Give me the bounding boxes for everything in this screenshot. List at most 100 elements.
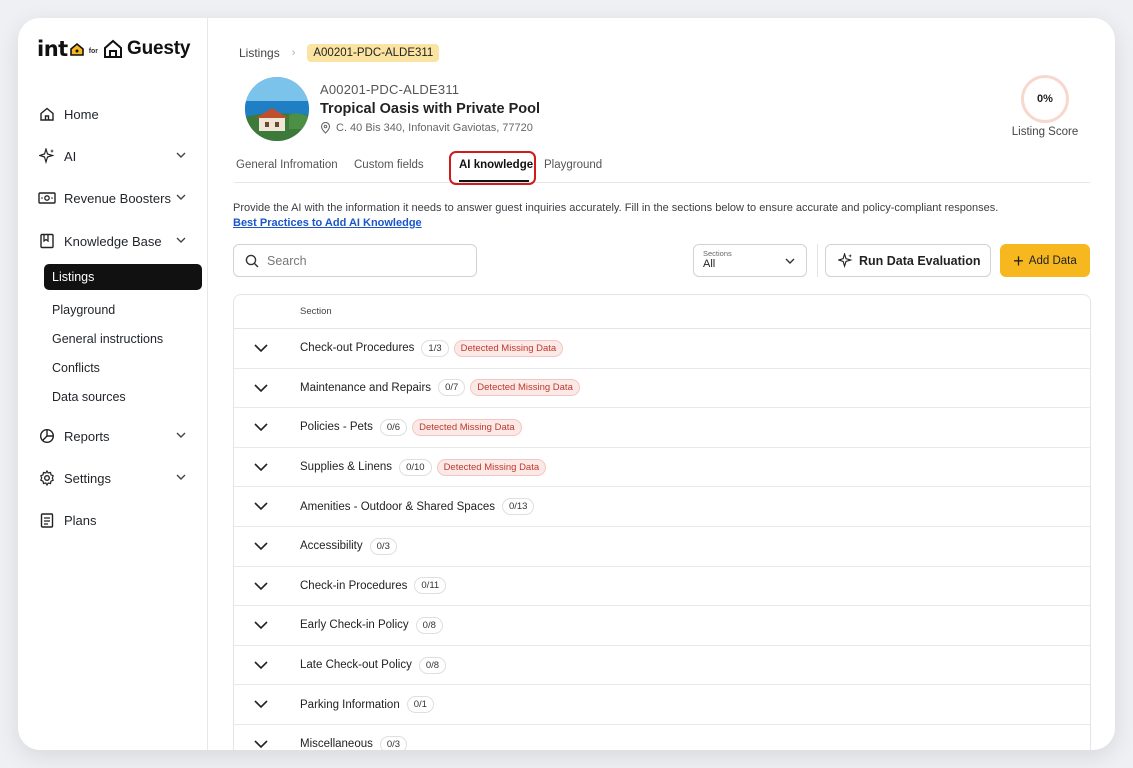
best-practices-link[interactable]: Best Practices to Add AI Knowledge <box>233 217 422 229</box>
sections-select[interactable]: Sections All <box>693 244 807 277</box>
table-row[interactable]: Early Check-in Policy 0/8 <box>234 606 1090 646</box>
table-row[interactable]: Amenities - Outdoor & Shared Spaces 0/13 <box>234 487 1090 527</box>
table-row[interactable]: Policies - Pets 0/6 Detected Missing Data <box>234 408 1090 448</box>
sidebar-subitem-playground[interactable]: Playground <box>44 297 202 323</box>
plus-icon: + <box>1013 250 1024 271</box>
section-name: Policies - Pets <box>300 421 373 434</box>
run-data-evaluation-label: Run Data Evaluation <box>859 253 981 268</box>
sidebar-subitem-listings[interactable]: Listings <box>44 264 202 290</box>
tab-custom-fields[interactable]: Custom fields <box>354 159 424 171</box>
toolbar-divider <box>817 244 818 277</box>
money-icon <box>38 189 56 207</box>
listing-address: C. 40 Bis 340, Infonavit Gaviotas, 77720 <box>320 122 533 134</box>
section-name: Late Check-out Policy <box>300 659 412 672</box>
chevron-down-icon[interactable] <box>253 461 269 473</box>
chevron-down-icon <box>176 194 186 200</box>
chevron-down-icon[interactable] <box>253 500 269 512</box>
sidebar-item-revenue-boosters[interactable]: Revenue Boosters <box>38 186 188 210</box>
home-icon <box>38 105 56 123</box>
run-data-evaluation-button[interactable]: Run Data Evaluation <box>825 244 991 277</box>
listing-id: A00201-PDC-ALDE311 <box>320 82 460 97</box>
tab-general-information[interactable]: General Infromation <box>236 159 338 171</box>
sidebar-subitem-conflicts[interactable]: Conflicts <box>44 355 202 381</box>
breadcrumb-current: A00201-PDC-ALDE311 <box>307 44 440 62</box>
sparkle-icon <box>838 253 853 268</box>
table-row[interactable]: Accessibility 0/3 <box>234 527 1090 567</box>
table-row[interactable]: Miscellaneous 0/3 <box>234 725 1090 750</box>
listing-score-ring: 0% <box>1021 75 1069 123</box>
table-header: Section <box>234 295 1090 329</box>
add-data-button[interactable]: + Add Data <box>1000 244 1090 277</box>
section-name: Parking Information <box>300 698 400 711</box>
tab-playground[interactable]: Playground <box>544 159 602 171</box>
table-row[interactable]: Check-in Procedures 0/11 <box>234 567 1090 607</box>
sections-select-value: All <box>703 258 716 270</box>
clipboard-icon <box>38 511 56 529</box>
listing-title: Tropical Oasis with Private Pool <box>320 101 540 117</box>
sidebar-item-knowledge-base[interactable]: Knowledge Base <box>38 229 188 253</box>
main-content: Listings › A00201-PDC-ALDE311 A00201-PDC… <box>209 18 1115 750</box>
sidebar-item-label: Reports <box>64 428 110 444</box>
chevron-down-icon[interactable] <box>253 698 269 710</box>
section-count-badge: 1/3 <box>421 339 449 357</box>
sidebar-subitem-general-instructions[interactable]: General instructions <box>44 326 202 352</box>
logo: int for Guesty <box>37 36 190 62</box>
book-icon <box>38 232 56 250</box>
section-count-badge: 0/13 <box>501 498 535 516</box>
table-row[interactable]: Check-out Procedures 1/3 Detected Missing … <box>234 329 1090 369</box>
chevron-down-icon[interactable] <box>253 738 269 750</box>
chevron-down-icon[interactable] <box>253 382 269 394</box>
tab-highlight-box <box>449 151 536 185</box>
chevron-down-icon[interactable] <box>253 342 269 354</box>
table-body: Check-out Procedures 1/3 Detected Missing … <box>234 329 1090 750</box>
section-count-badge: 0/1 <box>406 696 434 714</box>
chevron-down-icon <box>176 152 186 158</box>
section-count-badge: 0/8 <box>418 656 447 674</box>
search-box[interactable] <box>233 244 477 277</box>
sparkle-icon <box>38 147 56 165</box>
missing-data-badge: Detected Missing Data <box>453 339 564 357</box>
app-window: int for Guesty Home AI Revenue Boosters … <box>18 18 1115 750</box>
sidebar-item-label: Knowledge Base <box>64 233 162 249</box>
sidebar-item-label: Settings <box>64 470 111 486</box>
sidebar-subitem-data-sources[interactable]: Data sources <box>44 384 202 410</box>
search-input[interactable] <box>267 253 457 268</box>
tab-bar: General Infromation Custom fields AI kno… <box>234 151 1090 185</box>
section-name: Accessibility <box>300 540 363 553</box>
table-row[interactable]: Late Check-out Policy 0/8 <box>234 646 1090 686</box>
sidebar-item-reports[interactable]: Reports <box>38 424 188 448</box>
breadcrumb-listings[interactable]: Listings <box>239 46 280 60</box>
guesty-house-icon <box>104 39 123 58</box>
table-row[interactable]: Parking Information 0/1 <box>234 685 1090 725</box>
table-row[interactable]: Maintenance and Repairs 0/7 Detected Missi… <box>234 369 1090 409</box>
sidebar-item-settings[interactable]: Settings <box>38 466 188 490</box>
section-name: Amenities - Outdoor & Shared Spaces <box>300 500 495 513</box>
sections-select-label: Sections <box>703 249 732 258</box>
intro-text: Provide the AI with the information it n… <box>233 202 999 214</box>
sidebar-item-label: Plans <box>64 512 97 528</box>
chevron-down-icon[interactable] <box>253 619 269 631</box>
add-data-label: Add Data <box>1028 254 1077 267</box>
location-pin-icon <box>320 122 331 134</box>
section-name: Early Check-in Policy <box>300 619 409 632</box>
chevron-down-icon <box>176 432 186 438</box>
sidebar-item-ai[interactable]: AI <box>38 144 188 168</box>
section-count-badge: 0/6 <box>379 418 408 436</box>
section-name: Maintenance and Repairs <box>300 381 432 394</box>
sidebar-item-home[interactable]: Home <box>38 102 188 126</box>
section-name: Check-out Procedures <box>300 342 415 355</box>
table-row[interactable]: Supplies & Linens 0/10 Detected Missing Da… <box>234 448 1090 488</box>
section-count-badge: 0/3 <box>379 735 408 750</box>
chevron-down-icon[interactable] <box>253 580 269 592</box>
home-logo-icon <box>69 42 84 56</box>
sidebar-item-plans[interactable]: Plans <box>38 508 188 532</box>
chevron-down-icon <box>785 258 795 264</box>
chevron-down-icon[interactable] <box>253 659 269 671</box>
table-header-section: Section <box>300 306 332 317</box>
chevron-down-icon[interactable] <box>253 421 269 433</box>
sections-table: Section Check-out Procedures 1/3 Detected … <box>233 294 1091 750</box>
chevron-down-icon[interactable] <box>253 540 269 552</box>
section-name: Miscellaneous <box>300 738 373 750</box>
section-count-badge: 0/8 <box>415 616 443 634</box>
listing-score-label: Listing Score <box>1011 126 1079 138</box>
